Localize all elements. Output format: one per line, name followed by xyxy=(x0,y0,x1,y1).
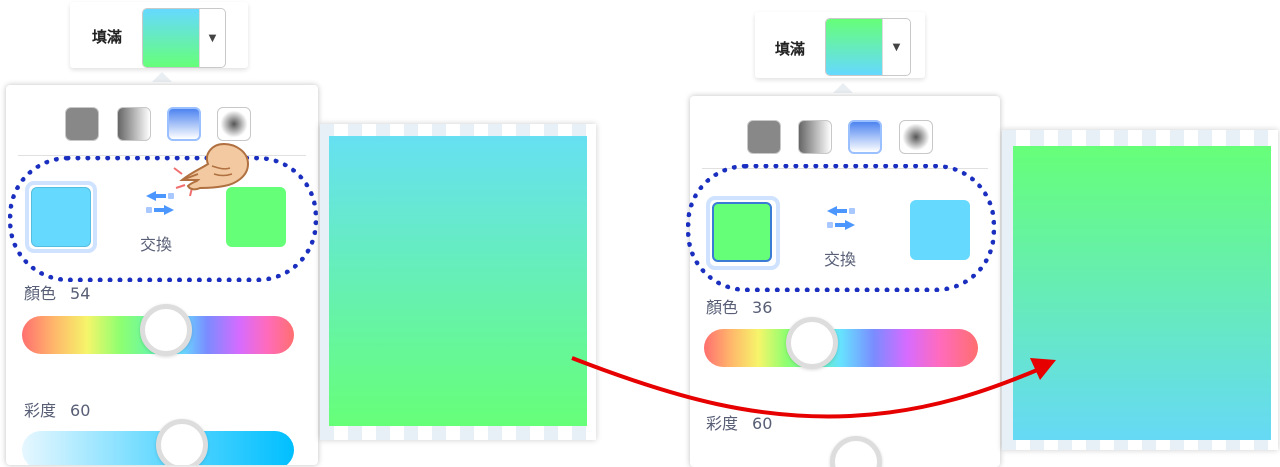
solid-fill-icon[interactable] xyxy=(65,107,99,141)
transition-arrow xyxy=(571,356,1056,419)
saturation-slider-handle[interactable] xyxy=(156,419,208,465)
right-popover-notch xyxy=(833,83,853,93)
color-label: 顏色 54 xyxy=(24,284,91,303)
left-fill-label: 填滿 xyxy=(92,28,123,46)
pointing-hand-icon xyxy=(168,138,254,208)
left-fill-color-button[interactable]: ▼ xyxy=(142,8,226,68)
vertical-gradient-icon[interactable] xyxy=(167,107,201,141)
right-fill-bar: 填滿 ▼ xyxy=(755,12,925,78)
left-gradient-shape[interactable] xyxy=(329,136,587,426)
horizontal-gradient-icon[interactable] xyxy=(798,120,832,154)
saturation-label: 彩度 60 xyxy=(24,401,91,420)
vertical-gradient-icon[interactable] xyxy=(848,120,882,154)
swap-highlight-outline xyxy=(8,156,318,282)
hue-slider-handle[interactable] xyxy=(140,304,192,356)
horizontal-gradient-icon[interactable] xyxy=(117,107,151,141)
radial-gradient-icon[interactable] xyxy=(217,107,251,141)
color-label: 顏色 36 xyxy=(706,298,773,317)
radial-gradient-icon[interactable] xyxy=(899,120,933,154)
right-fill-color-button[interactable]: ▼ xyxy=(825,18,911,76)
left-popover-notch xyxy=(152,72,172,82)
left-fill-swatch xyxy=(143,9,199,67)
chevron-down-icon: ▼ xyxy=(882,19,910,75)
swap-highlight-outline xyxy=(686,164,996,292)
right-fill-label: 填滿 xyxy=(775,40,806,58)
chevron-down-icon: ▼ xyxy=(199,9,225,67)
left-stage-canvas xyxy=(320,124,596,440)
saturation-slider-handle[interactable] xyxy=(830,436,882,467)
left-fill-bar: 填滿 ▼ xyxy=(70,2,248,68)
solid-fill-icon[interactable] xyxy=(747,120,781,154)
right-fill-swatch xyxy=(826,19,882,75)
